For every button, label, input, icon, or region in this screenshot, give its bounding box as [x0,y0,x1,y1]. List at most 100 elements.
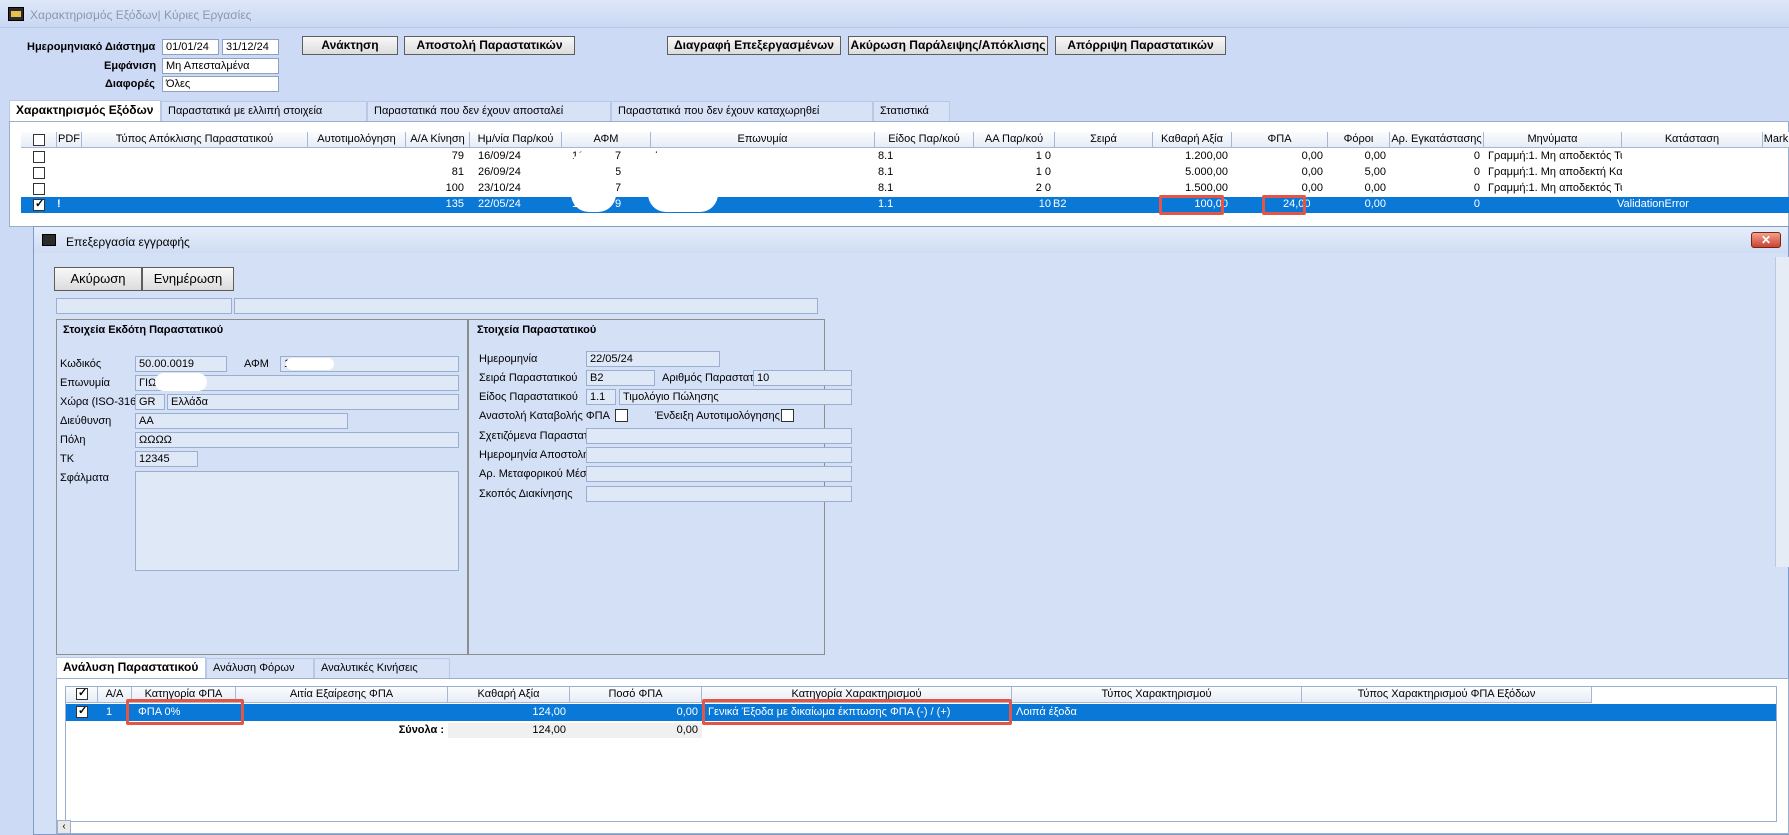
tab-expense-characterization[interactable]: Χαρακτηρισμός Εξόδων [9,100,161,122]
dispatch-date-field[interactable] [586,447,852,463]
update-button[interactable]: Ενημέρωση [142,267,234,291]
row-checkbox[interactable] [33,183,45,195]
table-row[interactable]: 81 26/09/24 13 5 Θ 8.1 1 0 5.000,00 0,00… [21,165,1789,180]
retrieve-button[interactable]: Ανάκτηση [302,36,398,55]
col-date[interactable]: Ημ/νία Παρ/κού [470,132,562,148]
reject-documents-button[interactable]: Απόρριψη Παραστατικών [1055,36,1226,55]
tab-tax-analysis[interactable]: Ανάλυση Φόρων [206,658,314,678]
col-vat-exemption[interactable]: Αιτία Εξαίρεσης ΦΠΑ [236,687,448,703]
cell-net-value: 124,00 [532,706,566,718]
related-label: Σχετιζόμενα Παραστατικά [479,430,603,442]
differences-select[interactable]: Όλες [162,76,279,92]
send-documents-button[interactable]: Αποστολή Παραστατικών [404,36,575,55]
redaction-mark [286,358,334,370]
tab-detailed-movements[interactable]: Αναλυτικές Κινήσεις [314,658,450,678]
cell-taxes: 0,00 [1364,198,1386,210]
city-field[interactable]: ΩΩΩΩ [135,432,459,448]
table-row-selected[interactable]: ! 135 22/05/24 15 9 Π 1.1 10 B2 100,00 2… [21,197,1789,213]
cell-afm-tail: 7 [615,150,622,162]
zip-label: ΤΚ [60,453,75,465]
delete-processed-button[interactable]: Διαγραφή Επεξεργασμένων [667,36,841,55]
vehicle-field[interactable] [586,466,852,482]
date-to-input[interactable]: 31/12/24 [222,39,279,55]
name-label: Επωνυμία [60,377,111,389]
differences-label: Διαφορές [105,78,155,90]
cancel-omission-button[interactable]: Ακύρωση Παράλειψης/Απόκλισης [848,36,1048,55]
col-deviation-type[interactable]: Τύπος Απόκλισης Παραστατικού [82,132,308,148]
doc-number-field[interactable]: 10 [753,370,852,386]
col-name[interactable]: Επωνυμία [651,132,875,148]
cell-characterization-type[interactable]: Λοιπά έξοδα [1016,705,1296,720]
col-afm[interactable]: ΑΦΜ [562,132,651,148]
date-from-input[interactable]: 01/01/24 [162,39,219,55]
col-messages[interactable]: Μηνύματα [1484,132,1622,148]
tab-statistics[interactable]: Στατιστικά [873,101,950,121]
cell-vat-characterization-type[interactable] [1306,705,1586,720]
self-billing-checkbox[interactable] [781,409,794,422]
row-checkbox[interactable] [33,197,45,211]
table-row[interactable]: 79 16/09/24 16 7 Κ 8.1 1 0 1.200,00 0,00… [21,149,1789,164]
row-checkbox[interactable] [33,151,45,163]
dialog-titlebar: Επεξεργασία εγγραφής ✕ [34,227,1788,253]
analysis-grid: Α/Α Κατηγορία ΦΠΑ Αιτία Εξαίρεσης ΦΠΑ Κα… [56,678,1789,834]
col-doc-no[interactable]: ΑΑ Παρ/κού [974,132,1055,148]
totals-vat: 0,00 [570,723,702,738]
tab-incomplete-documents[interactable]: Παραστατικά με ελλιπή στοιχεία [161,101,367,121]
select-all-checkbox[interactable] [33,134,45,146]
analysis-grid-body: Α/Α Κατηγορία ΦΠΑ Αιτία Εξαίρεσης ΦΠΑ Κα… [65,686,1777,822]
col-vat[interactable]: ΦΠΑ [1232,132,1328,148]
doc-date-field[interactable]: 22/05/24 [586,351,720,367]
cell-taxes: 0,00 [1364,150,1386,162]
totals-net: 124,00 [448,723,570,738]
col-taxes[interactable]: Φόροι [1328,132,1390,148]
analysis-select-all-checkbox[interactable] [76,687,88,701]
col-series[interactable]: Σειρά [1055,132,1153,148]
related-field[interactable] [586,428,852,444]
header-select-all[interactable] [66,687,98,703]
col-status[interactable]: Κατάσταση [1622,132,1763,148]
doc-series-field[interactable]: B2 [586,370,655,386]
header-select-all[interactable] [21,132,57,148]
col-installation[interactable]: Αρ. Εγκατάστασης [1390,132,1484,148]
doc-type-code-field[interactable]: 1.1 [586,389,616,405]
col-aa[interactable]: Α/Α Κίνηση [406,132,470,148]
tab-document-analysis[interactable]: Ανάλυση Παραστατικού [56,657,206,679]
row-checkbox[interactable] [33,167,45,179]
col-doc-type[interactable]: Είδος Παρ/κού [875,132,974,148]
errors-textarea[interactable] [135,471,459,571]
doc-date-label: Ημερομηνία [479,353,538,365]
col-self-billing[interactable]: Αυτοτιμολόγηση [308,132,406,148]
col-net-value[interactable]: Καθαρή Αξία [448,687,570,703]
col-pdf[interactable]: PDF [57,132,82,148]
afm-label: ΑΦΜ [244,358,269,370]
tab-not-registered-documents[interactable]: Παραστατικά που δεν έχουν καταχωρηθεί [611,101,873,121]
zip-field[interactable]: 12345 [135,451,198,467]
cell-doc-no: 1 0 [1035,166,1051,178]
col-net-value[interactable]: Καθαρή Αξία [1153,132,1232,148]
redaction-mark [571,150,616,212]
close-icon[interactable]: ✕ [1751,232,1781,248]
address-label: Διεύθυνση [60,415,112,427]
cancel-button[interactable]: Ακύρωση [54,267,142,291]
code-field[interactable]: 50.00.0019 [135,356,227,372]
city-label: Πόλη [60,434,86,446]
col-mark[interactable]: Mark [1763,132,1789,148]
vat-suspend-checkbox[interactable] [615,409,628,422]
purpose-field[interactable] [586,486,852,502]
tab-not-sent-documents[interactable]: Παραστατικά που δεν έχουν αποσταλεί [367,101,611,121]
window-title: Χαρακτηρισμός Εξόδων| Κύριες Εργασίες [30,8,252,22]
col-vat-characterization-type[interactable]: Τύπος Χαρακτηρισμού ΦΠΑ Εξόδων [1302,687,1592,703]
cell-installation: 0 [1473,198,1480,210]
totals-label: Σύνολα : [398,724,444,736]
display-select[interactable]: Μη Απεσταλμένα [162,58,279,74]
dialog-scrollbar[interactable] [1775,257,1789,567]
table-row[interactable]: 100 23/10/24 16 7 Κ 8.1 2 0 1.500,00 0,0… [21,181,1789,196]
address-field[interactable]: ΑΑ [135,413,348,429]
col-vat-amount[interactable]: Ποσό ΦΠΑ [570,687,702,703]
country-code-field[interactable]: GR [135,394,165,410]
col-characterization-type[interactable]: Τύπος Χαρακτηρισμού [1012,687,1302,703]
scroll-left-icon[interactable]: ‹ [57,820,71,834]
cell-net-value: 5.000,00 [1185,166,1228,178]
analysis-row-checkbox[interactable] [76,704,88,718]
cell-net-value: 1.200,00 [1185,150,1228,162]
